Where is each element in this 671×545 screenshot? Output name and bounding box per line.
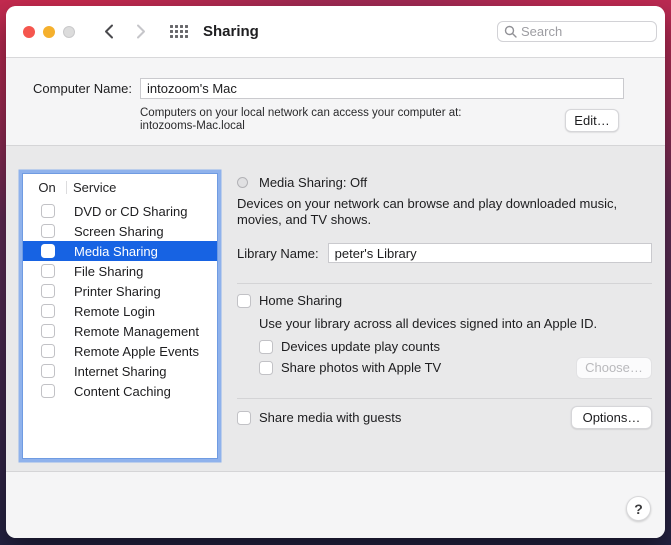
service-row-content-caching[interactable]: Content Caching — [23, 381, 217, 401]
service-checkbox[interactable] — [41, 324, 55, 338]
guests-group: Share media with guests — [237, 410, 401, 425]
service-checkbox[interactable] — [41, 204, 55, 218]
chevron-left-icon — [105, 24, 113, 39]
search-icon — [504, 25, 517, 38]
options-button[interactable]: Options… — [571, 406, 652, 429]
media-sharing-description: Devices on your network can browse and p… — [237, 196, 618, 227]
column-separator — [66, 181, 67, 194]
service-checkbox[interactable] — [41, 344, 55, 358]
service-label: Remote Login — [74, 303, 155, 319]
share-photos-row: Share photos with Apple TV Choose… — [259, 356, 652, 379]
library-name-input[interactable] — [327, 243, 652, 263]
media-sharing-status-row: Media Sharing: Off — [237, 175, 652, 190]
service-label: DVD or CD Sharing — [74, 203, 188, 219]
search-field[interactable] — [497, 21, 657, 42]
share-media-with-guests-label: Share media with guests — [259, 410, 402, 425]
service-label: Remote Management — [74, 323, 200, 339]
home-sharing-checkbox[interactable] — [237, 293, 251, 308]
service-list: On Service DVD or CD Sharing Screen Shar… — [22, 173, 218, 459]
status-indicator-icon — [237, 177, 248, 188]
service-list-header: On Service — [23, 174, 217, 201]
devices-update-play-counts-label: Devices update play counts — [281, 339, 440, 354]
minimize-button[interactable] — [43, 25, 55, 38]
service-row-screen-sharing[interactable]: Screen Sharing — [23, 221, 217, 241]
service-row-dvd-or-cd-sharing[interactable]: DVD or CD Sharing — [23, 201, 217, 221]
helper-line-2: intozooms-Mac.local — [140, 119, 245, 132]
home-sharing-description: Use your library across all devices sign… — [259, 316, 598, 331]
close-button[interactable] — [23, 25, 35, 38]
service-label: Remote Apple Events — [74, 343, 200, 359]
media-sharing-panel: Media Sharing: Off Devices on your netwo… — [237, 146, 652, 471]
service-row-remote-management[interactable]: Remote Management — [23, 321, 217, 341]
service-label: Internet Sharing — [74, 363, 167, 379]
devices-update-play-counts-checkbox[interactable] — [259, 339, 273, 354]
service-checkbox[interactable] — [41, 384, 55, 398]
on-column-header: On — [38, 180, 56, 195]
home-sharing-row: Home Sharing — [237, 293, 652, 308]
service-row-media-sharing-selected[interactable]: Media Sharing — [23, 241, 217, 261]
home-sharing-label: Home Sharing — [259, 293, 343, 308]
helper-line-1: Computers on your local network can acce… — [140, 107, 462, 119]
computer-name-section: Computer Name: Computers on your local n… — [6, 58, 665, 146]
service-row-remote-login[interactable]: Remote Login — [23, 301, 217, 321]
service-row-printer-sharing[interactable]: Printer Sharing — [23, 281, 217, 301]
service-label: Media Sharing — [74, 243, 158, 259]
media-sharing-status: Media Sharing: Off — [259, 175, 368, 190]
computer-name-label: Computer Name: — [33, 81, 132, 96]
chevron-right-icon — [137, 24, 145, 39]
service-label: File Sharing — [74, 263, 144, 279]
help-button[interactable]: ? — [626, 496, 651, 521]
service-checkbox[interactable] — [41, 284, 55, 298]
divider — [237, 283, 652, 284]
page-title: Sharing — [203, 23, 259, 40]
service-row-internet-sharing[interactable]: Internet Sharing — [23, 361, 217, 381]
zoom-button-disabled — [63, 25, 75, 38]
forward-button-disabled — [136, 24, 146, 39]
devices-update-play-counts-row: Devices update play counts — [259, 339, 652, 354]
service-label: Content Caching — [74, 383, 171, 399]
search-input[interactable] — [521, 24, 641, 39]
service-row-file-sharing[interactable]: File Sharing — [23, 261, 217, 281]
service-row-remote-apple-events[interactable]: Remote Apple Events — [23, 341, 217, 361]
service-label: Printer Sharing — [74, 283, 161, 299]
service-label: Screen Sharing — [74, 223, 164, 239]
library-name-row: Library Name: — [237, 243, 652, 263]
share-media-with-guests-row: Share media with guests Options… — [237, 406, 652, 429]
service-checkbox[interactable] — [41, 224, 55, 238]
edit-button[interactable]: Edit… — [565, 109, 619, 132]
share-photos-checkbox[interactable] — [259, 360, 273, 375]
library-name-label: Library Name: — [237, 245, 319, 261]
main-section: On Service DVD or CD Sharing Screen Shar… — [6, 146, 665, 472]
computer-name-helper: Computers on your local network can acce… — [140, 107, 462, 132]
service-checkbox[interactable] — [41, 264, 55, 278]
service-checkbox[interactable] — [41, 304, 55, 318]
service-column-header: Service — [73, 180, 117, 195]
share-media-with-guests-checkbox[interactable] — [237, 410, 251, 425]
divider — [237, 398, 652, 399]
show-all-grid-icon[interactable] — [170, 25, 188, 38]
footer-section: ? — [6, 472, 665, 538]
share-photos-group: Share photos with Apple TV — [259, 360, 441, 375]
title-bar: Sharing — [6, 6, 665, 58]
back-button[interactable] — [104, 24, 114, 39]
service-checkbox[interactable] — [41, 364, 55, 378]
share-photos-label: Share photos with Apple TV — [281, 360, 442, 375]
computer-name-input[interactable] — [140, 78, 624, 99]
sharing-preferences-window: Sharing Computer Name: Computers on your… — [6, 6, 665, 538]
service-checkbox[interactable] — [41, 244, 55, 258]
choose-button-disabled: Choose… — [576, 356, 652, 379]
traffic-lights — [23, 25, 75, 38]
